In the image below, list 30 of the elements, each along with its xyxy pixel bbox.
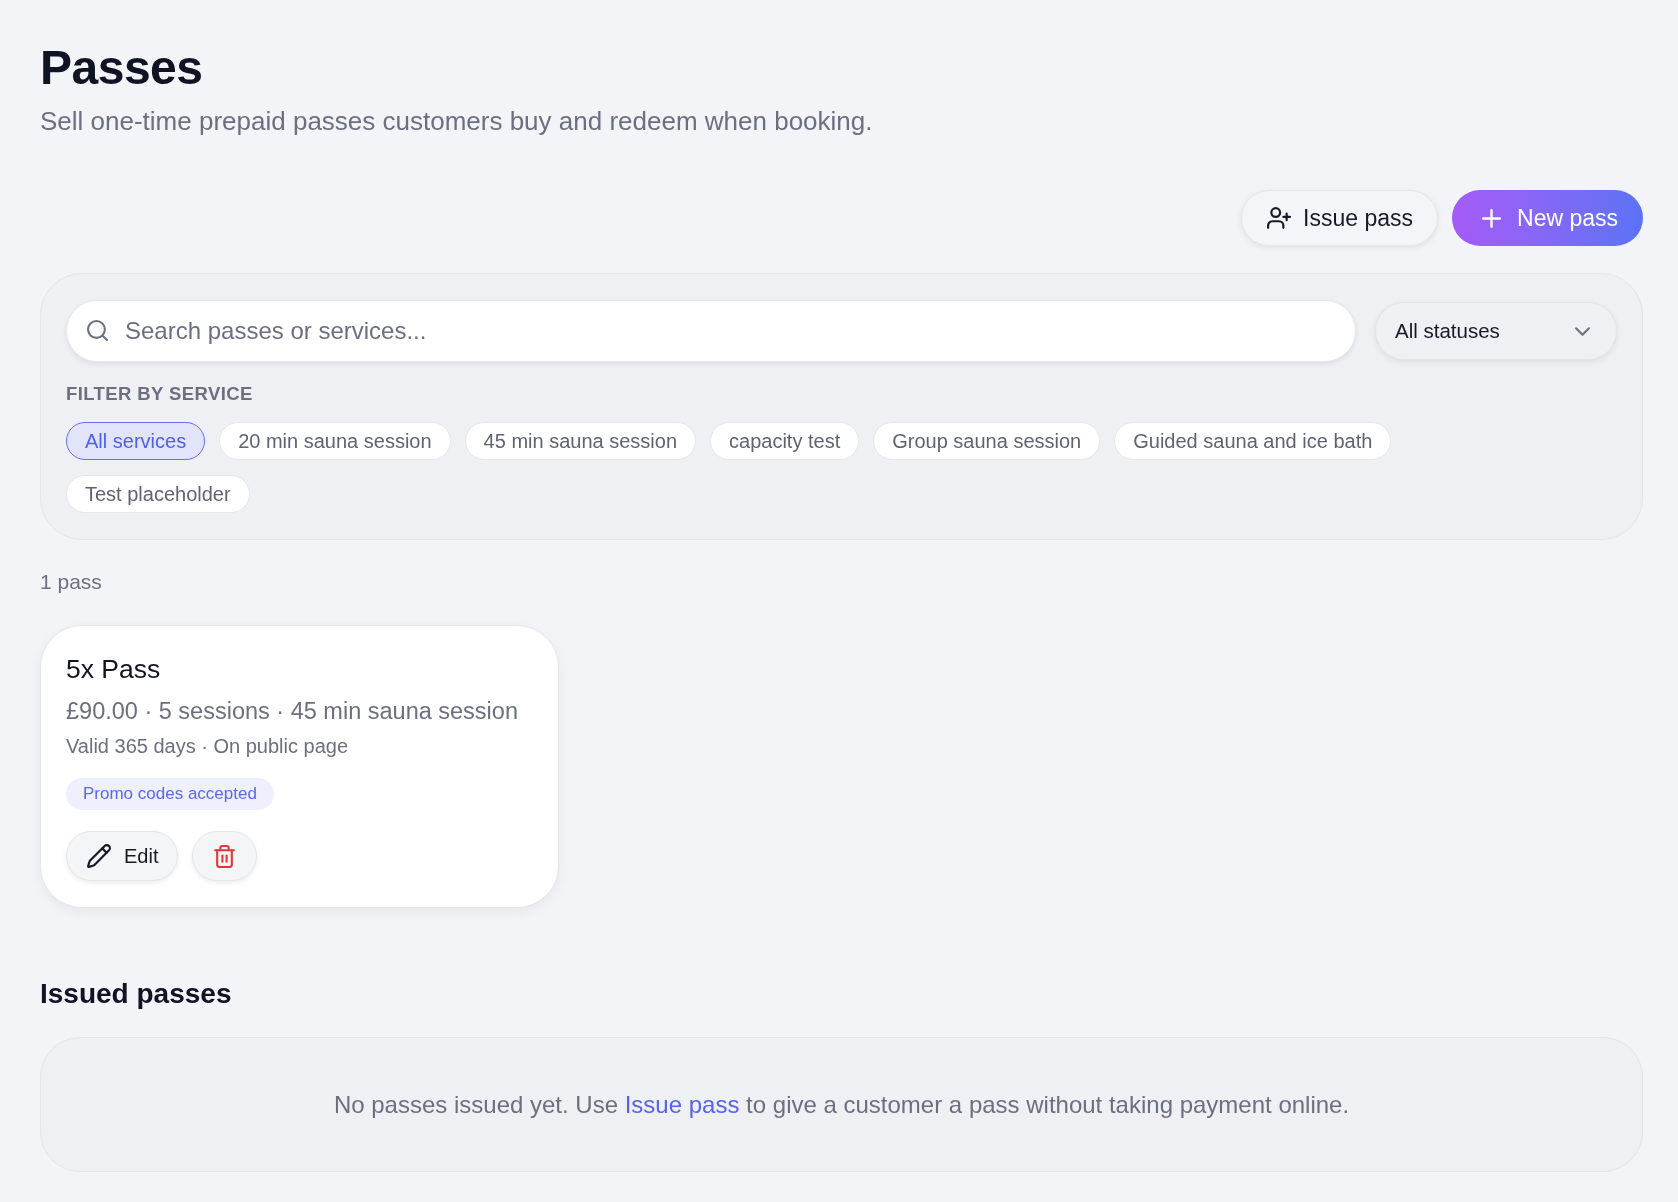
pass-summary: £90.00 · 5 sessions · 45 min sauna session: [66, 697, 519, 726]
page-title: Passes: [40, 44, 204, 92]
trash-icon: [214, 844, 236, 868]
plus-icon: [1482, 208, 1501, 228]
pencil-icon: [87, 844, 111, 868]
user-plus-icon: [1267, 207, 1292, 229]
page-subtitle: Sell one-time prepaid passes customers buy and redeem when booking.: [40, 105, 874, 137]
service-filter-chip[interactable]: All services: [66, 422, 206, 460]
pass-name: 5x Pass: [66, 653, 162, 685]
issue-pass-link[interactable]: Issue pass: [624, 1090, 740, 1118]
service-filter-chip[interactable]: Guided sauna and ice bath: [1114, 422, 1392, 460]
status-dropdown[interactable]: All statuses: [1375, 302, 1617, 360]
new-pass-button[interactable]: New pass: [1452, 190, 1643, 246]
issue-pass-button[interactable]: Issue pass: [1241, 190, 1438, 246]
search-icon: [87, 320, 108, 341]
pass-count: 1 pass: [40, 569, 103, 595]
service-filter-chip[interactable]: capacity test: [710, 422, 860, 460]
edit-button[interactable]: Edit: [66, 831, 179, 881]
search-field[interactable]: Search passes or services...: [66, 300, 1356, 362]
pass-details: Valid 365 days · On public page: [66, 734, 350, 759]
service-filter-chip[interactable]: 20 min sauna session: [219, 422, 451, 460]
section-heading: Issued passes: [40, 977, 233, 1011]
service-filter-chip[interactable]: 45 min sauna session: [464, 422, 697, 460]
filter-label: FILTER BY SERVICE: [66, 382, 254, 406]
empty-state-message: No passes issued yet. Use Issue pass to give a customer a pass without taking payment online.: [333, 1089, 1350, 1120]
promo-badge: Promo codes accepted: [66, 778, 274, 810]
delete-button[interactable]: [192, 831, 258, 881]
service-filter-chip[interactable]: Group sauna session: [873, 422, 1101, 460]
chevron-down-icon: [1575, 326, 1590, 336]
service-filter-chip[interactable]: Test placeholder: [66, 475, 250, 513]
